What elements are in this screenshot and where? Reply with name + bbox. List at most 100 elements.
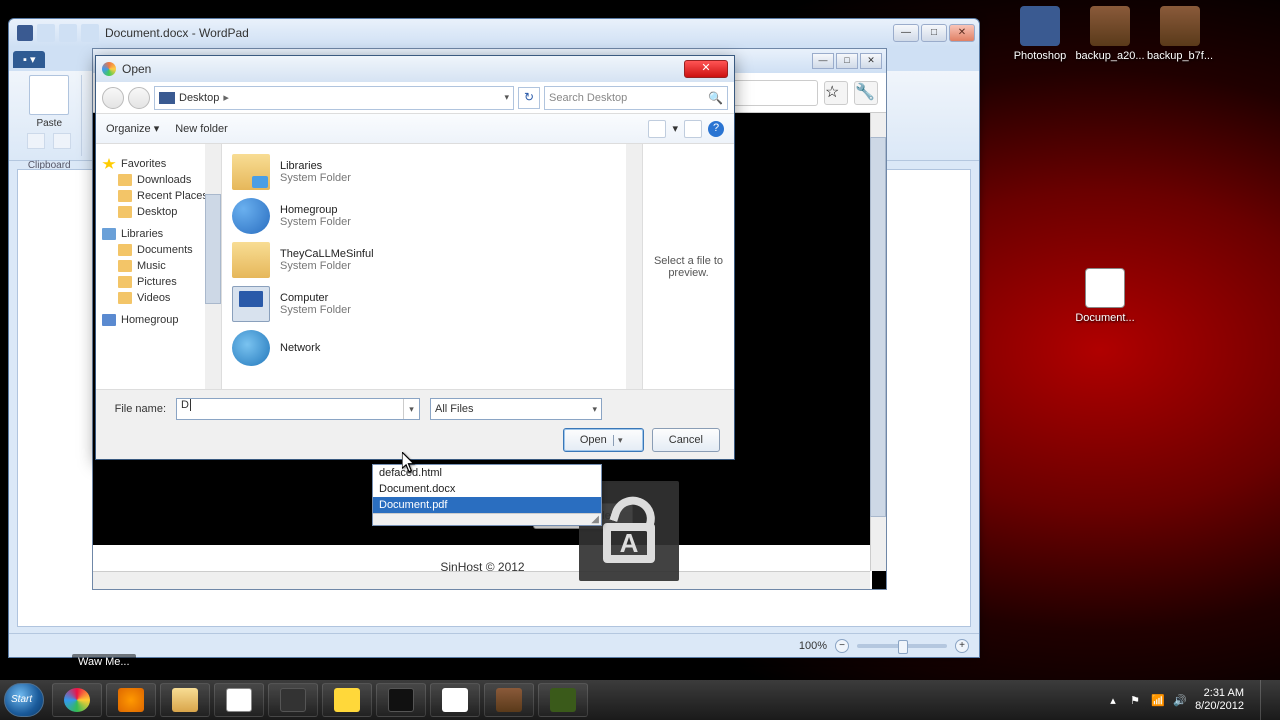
zoom-out-button[interactable]: − xyxy=(835,639,849,653)
chevron-right-icon[interactable]: ▸ xyxy=(223,91,229,104)
notepad-icon xyxy=(226,688,252,712)
tray-expand-icon[interactable]: ▴ xyxy=(1107,694,1119,707)
rar-icon xyxy=(1160,6,1200,46)
zoom-slider[interactable] xyxy=(857,644,947,648)
bookmark-star-icon[interactable]: ☆ xyxy=(824,81,848,105)
list-item[interactable]: TheyCaLLMeSinfulSystem Folder xyxy=(226,238,638,282)
tree-libraries[interactable]: Libraries xyxy=(100,226,221,242)
file-menu-button[interactable]: ▪ ▾ xyxy=(13,51,45,68)
flag-icon[interactable]: ⚑ xyxy=(1129,694,1141,707)
desktop-icon-photoshop[interactable]: Photoshop xyxy=(1005,6,1075,62)
breadcrumb[interactable]: Desktop ▸ ▾ xyxy=(154,86,514,110)
qat-save-icon[interactable] xyxy=(37,24,55,42)
filename-input[interactable]: D​ ▾ xyxy=(176,398,420,420)
wordpad-titlebar[interactable]: Document.docx - WordPad — □ ✕ xyxy=(9,19,979,47)
wrench-icon[interactable]: 🔧 xyxy=(854,81,878,105)
tree-desktop[interactable]: Desktop xyxy=(100,204,221,220)
tree-scrollbar[interactable] xyxy=(205,144,221,389)
file-list[interactable]: LibrariesSystem Folder HomegroupSystem F… xyxy=(222,144,642,389)
media-player-icon xyxy=(118,688,144,712)
tree-music[interactable]: Music xyxy=(100,258,221,274)
taskbar-chrome[interactable] xyxy=(52,683,102,717)
open-button[interactable]: Open▾ xyxy=(563,428,644,452)
taskbar-media-player[interactable] xyxy=(106,683,156,717)
desktop-icon-backup2[interactable]: backup_b7f... xyxy=(1145,6,1215,62)
tree-homegroup[interactable]: Homegroup xyxy=(100,312,221,328)
taskbar-paint[interactable] xyxy=(430,683,480,717)
tree-favorites[interactable]: Favorites xyxy=(100,156,221,172)
autocomplete-item[interactable]: Document.docx xyxy=(373,481,601,497)
item-type: System Folder xyxy=(280,216,351,228)
tree-videos[interactable]: Videos xyxy=(100,290,221,306)
preview-pane-icon[interactable] xyxy=(684,120,702,138)
open-file-dialog: Open ✕ Desktop ▸ ▾ ↻ Search Desktop 🔍 Or… xyxy=(95,55,735,460)
aim-icon xyxy=(334,688,360,712)
tree-recent-places[interactable]: Recent Places xyxy=(100,188,221,204)
scrollbar-thumb[interactable] xyxy=(870,137,886,517)
taskbar-aim[interactable] xyxy=(322,683,372,717)
cut-icon[interactable] xyxy=(27,133,45,149)
tree-documents[interactable]: Documents xyxy=(100,242,221,258)
taskbar-notepad[interactable] xyxy=(214,683,264,717)
view-options-icon[interactable] xyxy=(648,120,666,138)
paste-icon[interactable] xyxy=(29,75,69,115)
filetype-filter[interactable]: All Files ▾ xyxy=(430,398,602,420)
desktop-icon-document[interactable]: Document... xyxy=(1070,268,1140,324)
system-tray[interactable]: ▴ ⚑ 📶 🔊 2:31 AM 8/20/2012 xyxy=(1107,680,1276,720)
scrollbar-thumb[interactable] xyxy=(205,194,221,304)
list-item[interactable]: Network xyxy=(226,326,638,370)
close-button[interactable]: ✕ xyxy=(860,53,882,69)
volume-icon[interactable]: 🔊 xyxy=(1173,694,1185,707)
clock[interactable]: 2:31 AM 8/20/2012 xyxy=(1195,687,1244,713)
search-input[interactable]: Search Desktop 🔍 xyxy=(544,86,728,110)
cancel-button[interactable]: Cancel xyxy=(652,428,720,452)
item-name: Network xyxy=(280,342,320,354)
dropdown-icon[interactable]: ▾ xyxy=(613,435,627,446)
filename-autocomplete[interactable]: defaced.html Document.docx Document.pdf … xyxy=(372,464,602,526)
show-desktop-button[interactable] xyxy=(1260,680,1270,720)
maximize-button[interactable]: □ xyxy=(836,53,858,69)
item-name: Computer xyxy=(280,292,351,304)
dialog-title: Open xyxy=(122,62,151,76)
item-type: System Folder xyxy=(280,260,374,272)
dropdown-icon[interactable]: ▾ xyxy=(672,122,678,135)
dropdown-icon[interactable]: ▾ xyxy=(504,92,509,103)
list-item[interactable]: HomegroupSystem Folder xyxy=(226,194,638,238)
dropdown-icon[interactable]: ▾ xyxy=(403,399,419,419)
tree-downloads[interactable]: Downloads xyxy=(100,172,221,188)
start-button[interactable]: Start xyxy=(4,683,44,717)
qat-undo-icon[interactable] xyxy=(59,24,77,42)
zoom-in-button[interactable]: + xyxy=(955,639,969,653)
network-icon[interactable]: 📶 xyxy=(1151,694,1163,707)
taskbar-app[interactable] xyxy=(268,683,318,717)
back-button[interactable] xyxy=(102,87,124,109)
filelist-scrollbar[interactable] xyxy=(626,144,642,389)
taskbar-cmd[interactable] xyxy=(376,683,426,717)
taskbar-winrar[interactable] xyxy=(484,683,534,717)
list-item[interactable]: ComputerSystem Folder xyxy=(226,282,638,326)
maximize-button[interactable]: □ xyxy=(921,24,947,42)
autocomplete-item[interactable]: defaced.html xyxy=(373,465,601,481)
dialog-titlebar[interactable]: Open ✕ xyxy=(96,56,734,82)
qat-redo-icon[interactable] xyxy=(81,24,99,42)
list-item[interactable]: LibrariesSystem Folder xyxy=(226,150,638,194)
dialog-close-button[interactable]: ✕ xyxy=(684,60,728,78)
autocomplete-item-selected[interactable]: Document.pdf xyxy=(373,497,601,513)
organize-menu[interactable]: Organize ▾ xyxy=(106,122,159,135)
vertical-scrollbar[interactable] xyxy=(870,113,886,571)
desktop-icon-backup1[interactable]: backup_a20... xyxy=(1075,6,1145,62)
help-icon[interactable]: ? xyxy=(708,121,724,137)
minimize-button[interactable]: — xyxy=(893,24,919,42)
navigation-tree[interactable]: Favorites Downloads Recent Places Deskto… xyxy=(96,144,222,389)
tree-pictures[interactable]: Pictures xyxy=(100,274,221,290)
taskbar-explorer[interactable] xyxy=(160,683,210,717)
minimize-button[interactable]: — xyxy=(812,53,834,69)
taskbar-app2[interactable] xyxy=(538,683,588,717)
resize-grip-icon[interactable]: ◢ xyxy=(373,513,601,525)
new-folder-button[interactable]: New folder xyxy=(175,123,228,135)
horizontal-scrollbar[interactable] xyxy=(93,571,870,589)
refresh-button[interactable]: ↻ xyxy=(518,87,540,109)
copy-icon[interactable] xyxy=(53,133,71,149)
close-button[interactable]: ✕ xyxy=(949,24,975,42)
forward-button[interactable] xyxy=(128,87,150,109)
